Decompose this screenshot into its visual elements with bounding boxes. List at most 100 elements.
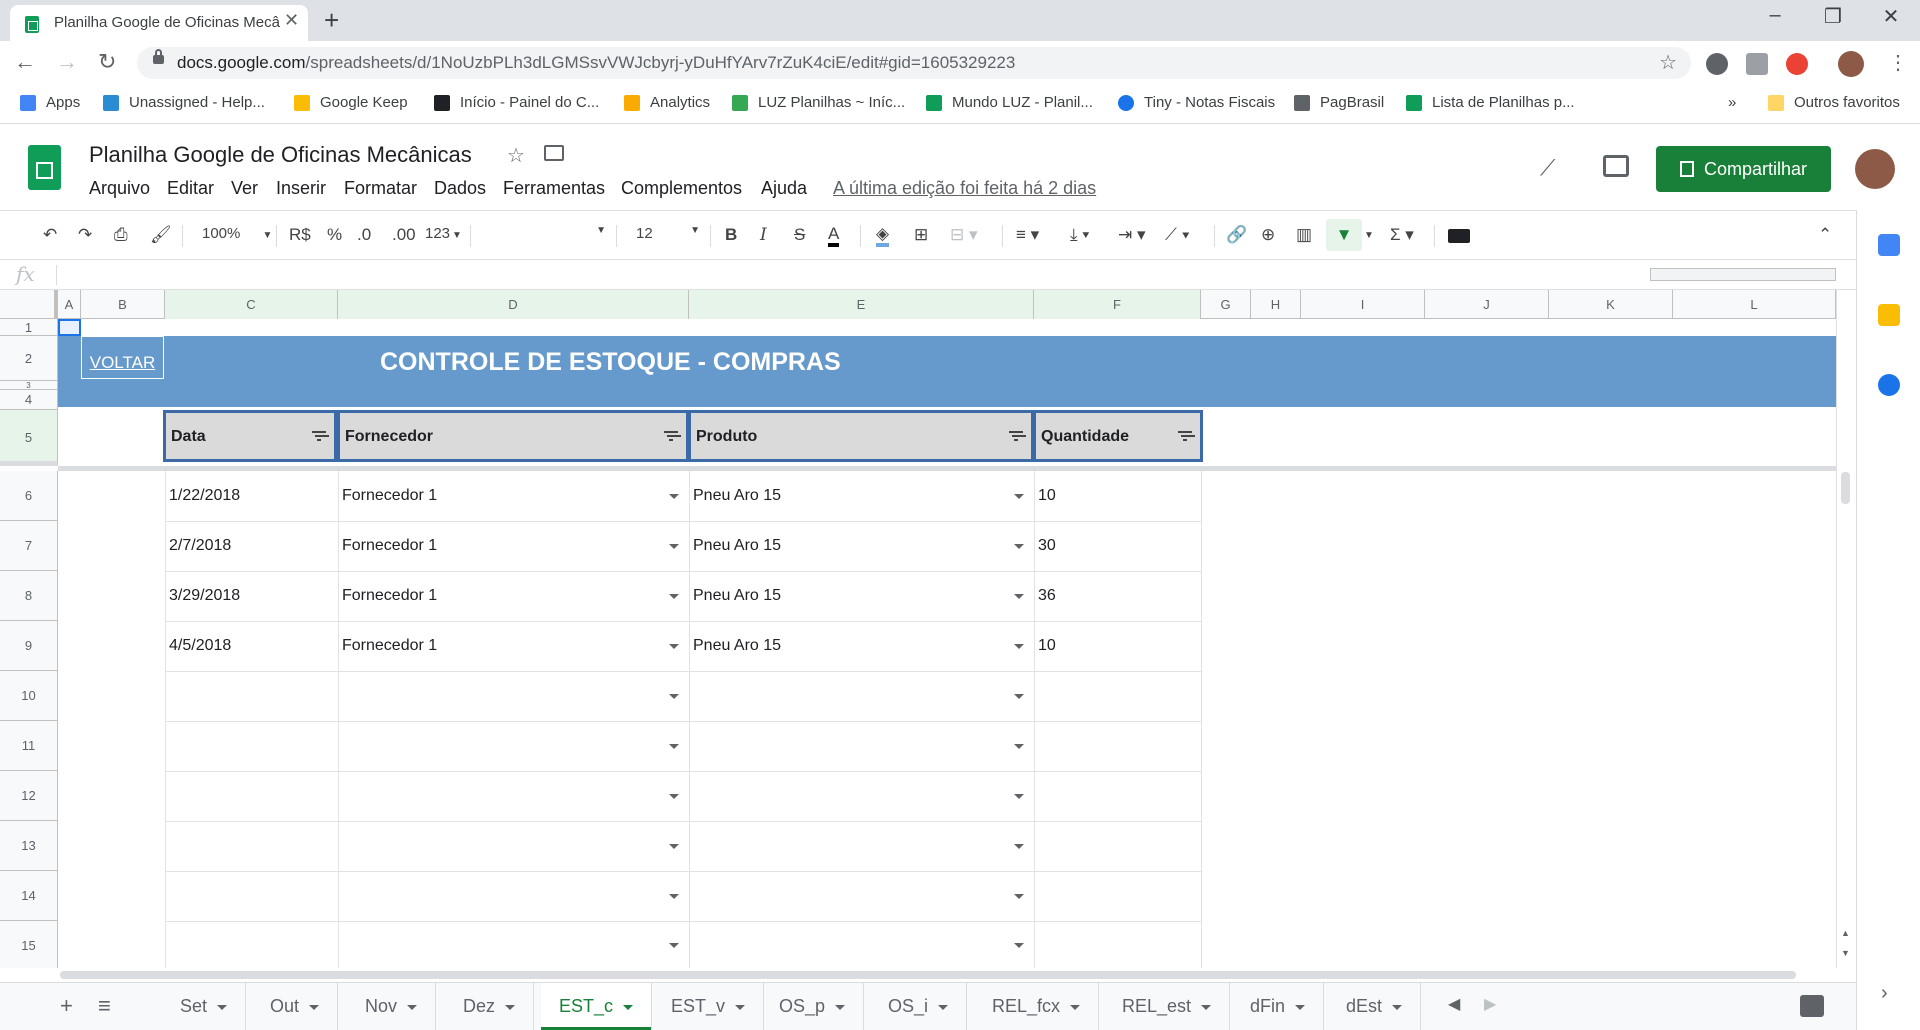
chevron-down-icon[interactable]: [217, 1004, 228, 1010]
chevron-down-icon[interactable]: [1295, 1004, 1306, 1010]
dropdown-chevron-icon[interactable]: [1014, 694, 1024, 699]
text-wrap-icon[interactable]: ⇥ ▾: [1118, 225, 1146, 245]
text-rotation-icon[interactable]: ⟋ ▾: [1165, 225, 1190, 245]
menu-dados[interactable]: Dados: [434, 178, 486, 199]
cell-data[interactable]: 3/29/2018: [169, 587, 240, 605]
activity-trend-icon[interactable]: ⟋: [1540, 155, 1555, 181]
row-header[interactable]: 2: [0, 336, 58, 381]
cell-quantidade[interactable]: 30: [1038, 537, 1056, 555]
scroll-tabs-right-icon[interactable]: ▶: [1484, 994, 1496, 1014]
cell-data[interactable]: 1/22/2018: [169, 487, 240, 505]
new-tab-icon[interactable]: +: [324, 5, 339, 36]
vertical-scroll-thumb[interactable]: [1841, 472, 1850, 504]
sheet-tab-os-p[interactable]: OS_p: [761, 983, 865, 1030]
bookmark-item[interactable]: Mundo LUZ - Planil...: [926, 94, 1093, 111]
forward-arrow-icon[interactable]: →: [56, 49, 78, 75]
menu-inserir[interactable]: Inserir: [276, 178, 326, 199]
close-window-icon[interactable]: ✕: [1868, 4, 1914, 29]
minimize-window-icon[interactable]: –: [1752, 4, 1798, 27]
row-header[interactable]: 15: [0, 921, 58, 968]
column-header[interactable]: L: [1673, 290, 1836, 319]
functions-icon[interactable]: Σ ▾: [1390, 225, 1414, 245]
named-range-box[interactable]: [1650, 268, 1836, 281]
row-header[interactable]: 13: [0, 821, 58, 871]
dropdown-chevron-icon[interactable]: [1014, 594, 1024, 599]
column-header[interactable]: D: [338, 290, 689, 319]
dropdown-chevron-icon[interactable]: [1014, 844, 1024, 849]
dropdown-chevron-icon[interactable]: [669, 744, 679, 749]
format-currency-button[interactable]: R$: [289, 225, 311, 245]
cell-produto[interactable]: Pneu Aro 15: [693, 487, 781, 505]
fill-color-icon[interactable]: ◈: [876, 225, 890, 247]
browser-menu-icon[interactable]: ⋮: [1888, 50, 1908, 75]
row-header[interactable]: 11: [0, 721, 58, 771]
column-header[interactable]: K: [1549, 290, 1673, 319]
redo-icon[interactable]: ↷: [78, 225, 92, 245]
sheet-tab-est-c[interactable]: EST_c: [541, 983, 653, 1030]
row-header[interactable]: 8: [0, 571, 58, 621]
show-side-panel-icon[interactable]: ›: [1881, 982, 1888, 1005]
header-cell-fornecedor[interactable]: Fornecedor: [337, 410, 689, 462]
row-header[interactable]: 4: [0, 390, 58, 410]
column-header[interactable]: C: [165, 290, 338, 319]
keep-icon[interactable]: [1878, 304, 1900, 326]
collapse-menu-icon[interactable]: ⌃: [1818, 225, 1832, 245]
dropdown-chevron-icon[interactable]: [669, 943, 679, 948]
cell-data[interactable]: 4/5/2018: [169, 637, 231, 655]
cell-produto[interactable]: Pneu Aro 15: [693, 537, 781, 555]
vertical-scrollbar[interactable]: ▲ ▼: [1836, 290, 1854, 968]
extension-notes-icon[interactable]: [1746, 53, 1768, 75]
bookmark-item[interactable]: PagBrasil: [1294, 94, 1384, 111]
bold-icon[interactable]: B: [725, 225, 737, 245]
chevron-down-icon[interactable]: [1070, 1004, 1081, 1010]
chevron-down-icon[interactable]: ▼: [1364, 230, 1374, 241]
text-color-icon[interactable]: A: [828, 225, 840, 247]
insert-chart-icon[interactable]: ▥: [1296, 225, 1312, 245]
scroll-down-icon[interactable]: ▼: [1841, 948, 1850, 958]
cell-quantidade[interactable]: 10: [1038, 637, 1056, 655]
horizontal-align-icon[interactable]: ≡ ▾: [1016, 225, 1039, 245]
document-title[interactable]: Planilha Google de Oficinas Mecânicas: [89, 142, 472, 168]
undo-icon[interactable]: ↶: [43, 225, 57, 245]
cell-fornecedor[interactable]: Fornecedor 1: [342, 537, 437, 555]
cell-fornecedor[interactable]: Fornecedor 1: [342, 587, 437, 605]
menu-editar[interactable]: Editar: [167, 178, 214, 199]
explore-icon[interactable]: [1800, 995, 1824, 1017]
cell-data[interactable]: 2/7/2018: [169, 537, 231, 555]
chevron-down-icon[interactable]: [835, 1004, 846, 1010]
insert-link-icon[interactable]: 🔗: [1226, 225, 1247, 245]
cell-quantidade[interactable]: 36: [1038, 587, 1056, 605]
row-header[interactable]: 1: [0, 319, 58, 336]
chevron-down-icon[interactable]: [1201, 1004, 1212, 1010]
all-sheets-menu-icon[interactable]: ≡: [98, 993, 111, 1019]
more-formats-select[interactable]: 123 ▼: [425, 225, 462, 242]
sheet-tab-set[interactable]: Set: [162, 983, 247, 1030]
bookmark-item[interactable]: Início - Painel do C...: [434, 94, 599, 111]
header-cell-data[interactable]: Data: [163, 410, 337, 462]
scroll-tabs-left-icon[interactable]: ◀: [1448, 994, 1460, 1014]
dropdown-chevron-icon[interactable]: [1014, 894, 1024, 899]
cell-produto[interactable]: Pneu Aro 15: [693, 587, 781, 605]
profile-avatar[interactable]: [1838, 51, 1864, 77]
menu-ajuda[interactable]: Ajuda: [761, 178, 807, 199]
strikethrough-icon[interactable]: S: [794, 225, 805, 245]
bookmark-item[interactable]: Tiny - Notas Fiscais: [1118, 94, 1275, 111]
menu-ferramentas[interactable]: Ferramentas: [503, 178, 605, 199]
row-header[interactable]: 7: [0, 521, 58, 571]
move-folder-icon[interactable]: [544, 145, 564, 161]
add-sheet-icon[interactable]: +: [60, 993, 73, 1019]
bookmark-item[interactable]: Analytics: [624, 94, 710, 111]
increase-decimals-button[interactable]: .00: [392, 225, 416, 245]
column-header[interactable]: I: [1301, 290, 1425, 319]
merge-cells-icon[interactable]: ⊟ ▾: [950, 225, 978, 245]
insert-comment-icon[interactable]: ⊕: [1261, 225, 1275, 245]
sheet-grid[interactable]: VOLTAR CONTROLE DE ESTOQUE - COMPRAS Dat…: [58, 319, 1836, 968]
sheet-tab-nov[interactable]: Nov: [347, 983, 437, 1030]
vertical-align-icon[interactable]: ⤓ ▾: [1070, 225, 1089, 245]
dropdown-chevron-icon[interactable]: [669, 544, 679, 549]
row-header[interactable]: 6: [0, 471, 58, 521]
sheets-logo-icon[interactable]: [28, 145, 61, 190]
paint-format-icon[interactable]: 🖌: [150, 225, 172, 245]
font-size-select[interactable]: 12 ▼: [636, 225, 700, 242]
account-avatar[interactable]: [1855, 149, 1895, 189]
